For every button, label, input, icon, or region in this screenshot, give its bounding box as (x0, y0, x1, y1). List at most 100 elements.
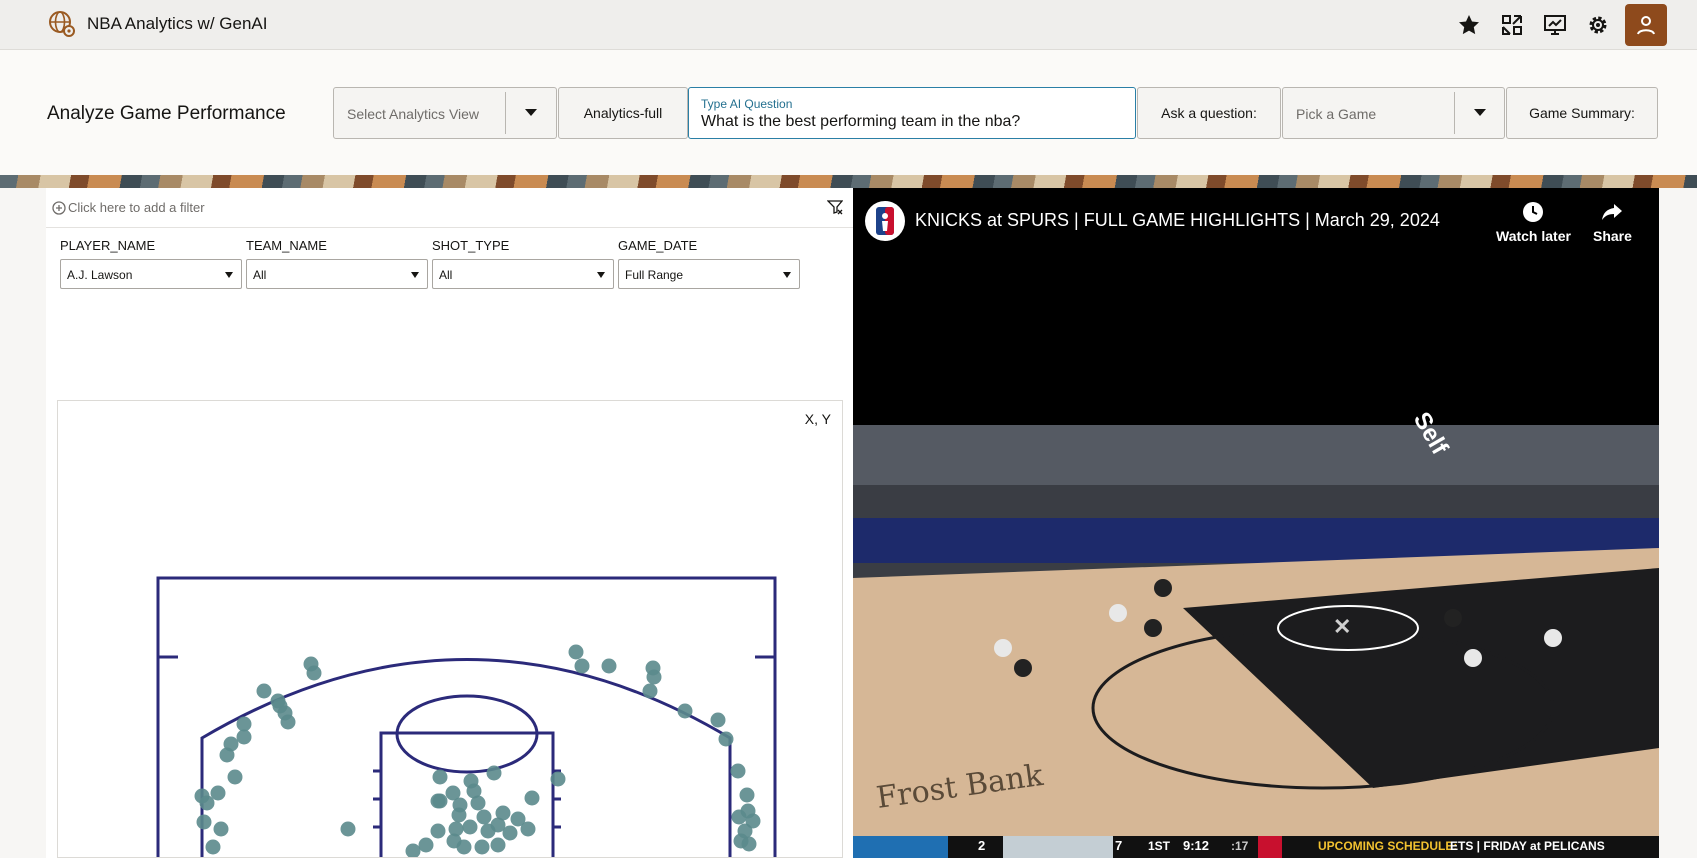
filter-value: All (439, 268, 453, 282)
share-button[interactable]: Share (1593, 200, 1632, 244)
decorative-banner (0, 175, 1697, 188)
watch-later-button[interactable]: Watch later (1496, 200, 1571, 244)
shot-marker (451, 807, 467, 823)
shot-marker (199, 795, 215, 811)
shot-marker (466, 783, 482, 799)
analytics-view-select[interactable]: Select Analytics View (333, 87, 557, 139)
shot-marker (474, 839, 490, 855)
shot-marker (710, 712, 726, 728)
user-icon (1637, 16, 1655, 35)
player-name-filter: PLAYER_NAME A.J. Lawson (60, 238, 242, 289)
share-label: Share (1593, 228, 1632, 244)
game-picker-select[interactable]: Pick a Game (1282, 87, 1505, 139)
shot-marker (646, 669, 662, 685)
shot-marker (731, 809, 747, 825)
game-summary-button[interactable]: Game Summary: (1506, 87, 1658, 139)
star-icon[interactable] (1454, 10, 1484, 40)
shot-marker (236, 729, 252, 745)
share-arrows-icon[interactable] (1497, 10, 1527, 40)
caret-down-icon (597, 272, 605, 278)
shot-marker (486, 765, 502, 781)
filter-value: Full Range (625, 268, 684, 282)
filter-label: TEAM_NAME (246, 238, 327, 253)
globe-gear-logo-icon (49, 11, 75, 37)
shot-marker (601, 658, 617, 674)
filter-funnel-icon[interactable] (827, 199, 843, 215)
analytics-full-button[interactable]: Analytics-full (558, 87, 688, 139)
ai-question-label: Type AI Question (701, 97, 793, 111)
nba-logo-icon (876, 207, 894, 235)
shot-marker (550, 771, 566, 787)
app-title: NBA Analytics w/ GenAI (87, 14, 268, 33)
player-name-select[interactable]: A.J. Lawson (60, 259, 242, 289)
filter-label: PLAYER_NAME (60, 238, 156, 253)
ticker-heading: UPCOMING SCHEDULE: (1318, 839, 1458, 853)
share-arrow-icon (1602, 204, 1623, 220)
caret-down-icon (783, 272, 791, 278)
shot-marker (418, 837, 434, 853)
ticker-text: ETS | FRIDAY at PELICANS (1450, 839, 1605, 853)
shot-marker (456, 839, 472, 855)
caret-down-icon (225, 272, 233, 278)
shot-marker (236, 716, 252, 732)
shot-marker (502, 825, 518, 841)
shot-marker (480, 823, 496, 839)
page-title: Analyze Game Performance (47, 103, 286, 124)
video-player[interactable]: ✕ Self Frost Bank KNICKS at SPURS | FULL… (853, 188, 1659, 858)
shot-marker (490, 837, 506, 853)
sponsor-block (1258, 836, 1282, 858)
game-picker-placeholder: Pick a Game (1296, 106, 1377, 122)
nba-channel-logo[interactable] (865, 201, 905, 241)
home-score: 7 (1115, 838, 1123, 853)
top-bar: NBA Analytics w/ GenAI (0, 0, 1697, 50)
chevron-down-icon (525, 109, 537, 116)
shot-marker (462, 819, 478, 835)
shot-marker (306, 665, 322, 681)
shot-marker (432, 769, 448, 785)
ask-question-button[interactable]: Ask a question: (1137, 87, 1281, 139)
court-diagram (156, 576, 777, 857)
shot-chart[interactable]: X, Y (57, 400, 843, 858)
shot-marker (430, 793, 446, 809)
shot-marker (219, 747, 235, 763)
analytics-panel: Click here to add a filter PLAYER_NAME A… (46, 188, 853, 858)
shot-marker (574, 658, 590, 674)
presentation-icon[interactable] (1540, 10, 1570, 40)
shot-marker (520, 821, 536, 837)
game-date-filter: GAME_DATE Full Range (618, 238, 800, 289)
video-title[interactable]: KNICKS at SPURS | FULL GAME HIGHLIGHTS |… (915, 210, 1440, 231)
ai-question-value: What is the best performing team in the … (701, 113, 1021, 130)
chevron-down-icon (1474, 109, 1486, 116)
shot-marker (741, 836, 757, 852)
shot-marker (227, 769, 243, 785)
shot-marker (196, 814, 212, 830)
shot-marker (718, 731, 734, 747)
shot-marker (730, 763, 746, 779)
shot-marker (205, 839, 221, 855)
shot-marker (405, 843, 421, 857)
filter-label: GAME_DATE (618, 238, 698, 253)
caret-down-icon (411, 272, 419, 278)
ai-question-input[interactable]: Type AI Question What is the best perfor… (688, 87, 1136, 139)
user-avatar[interactable] (1625, 4, 1667, 46)
clock-icon (1523, 202, 1544, 222)
shot-clock: :17 (1231, 839, 1249, 853)
game-date-select[interactable]: Full Range (618, 259, 800, 289)
away-score: 2 (978, 838, 986, 853)
filter-label: SHOT_TYPE (432, 238, 510, 253)
gear-icon[interactable] (1583, 10, 1613, 40)
shot-marker (340, 821, 356, 837)
shot-marker (213, 821, 229, 837)
add-filter-link[interactable]: Click here to add a filter (52, 200, 205, 215)
shot-marker (256, 683, 272, 699)
game-video-frame: ✕ Self Frost Bank (853, 408, 1659, 836)
shot-marker (280, 714, 296, 730)
shot-marker (524, 790, 540, 806)
team-name-select[interactable]: All (246, 259, 428, 289)
shot-marker (677, 703, 693, 719)
watch-later-label: Watch later (1496, 228, 1571, 244)
score-bar: 2 7 1ST 9:12 :17 UPCOMING SCHEDULE: ETS … (853, 836, 1659, 858)
analytics-view-placeholder: Select Analytics View (347, 106, 480, 122)
add-circle-icon (52, 200, 66, 215)
shot-type-select[interactable]: All (432, 259, 614, 289)
